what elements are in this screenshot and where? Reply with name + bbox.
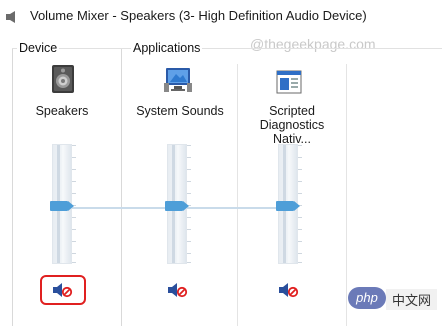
speakers-volume-thumb[interactable] (50, 201, 68, 211)
scripted-diagnostics-volume-thumb[interactable] (276, 201, 294, 211)
scripted-diagnostics-volume-thumb-tip[interactable] (294, 201, 300, 211)
speakers-mute-button[interactable] (52, 281, 74, 299)
device-applications-divider (121, 48, 122, 326)
volume-mixer-icon (4, 9, 20, 25)
speaker-icon[interactable] (48, 64, 78, 94)
app-column-divider-2 (346, 64, 347, 326)
muted-speaker-icon (279, 283, 299, 298)
volume-link-line-2 (187, 207, 278, 209)
volume-link-line-1 (72, 207, 167, 209)
app-column-divider-1 (237, 64, 238, 326)
channel-name-scripted-diagnostics: Scripted Diagnostics Nativ... (240, 104, 344, 146)
channel-name-text: Scripted Diagnostics Nativ... (259, 104, 325, 146)
system-sounds-icon[interactable] (163, 66, 193, 94)
device-group-label: Device (17, 41, 60, 55)
channel-name-speakers: Speakers (35, 104, 89, 118)
system-sounds-volume-thumb-tip[interactable] (183, 201, 189, 211)
channel-name-system-sounds: System Sounds (136, 104, 224, 118)
system-sounds-volume-thumb[interactable] (165, 201, 183, 211)
applications-group-label: Applications (131, 41, 203, 55)
device-column-left-border (12, 48, 13, 326)
php-logo: php (348, 287, 386, 309)
title-bar: Volume Mixer - Speakers (3- High Definit… (0, 0, 442, 34)
muted-speaker-icon (168, 283, 188, 298)
watermark: @thegeekpage.com (250, 36, 376, 52)
application-window-icon[interactable] (276, 70, 302, 94)
speakers-volume-thumb-tip[interactable] (68, 201, 74, 211)
system-sounds-mute-button[interactable] (167, 281, 189, 299)
scripted-diagnostics-mute-button[interactable] (278, 281, 300, 299)
window-title: Volume Mixer - Speakers (3- High Definit… (30, 8, 367, 23)
php-brand-text: 中文网 (386, 289, 438, 310)
muted-speaker-icon (53, 283, 73, 298)
